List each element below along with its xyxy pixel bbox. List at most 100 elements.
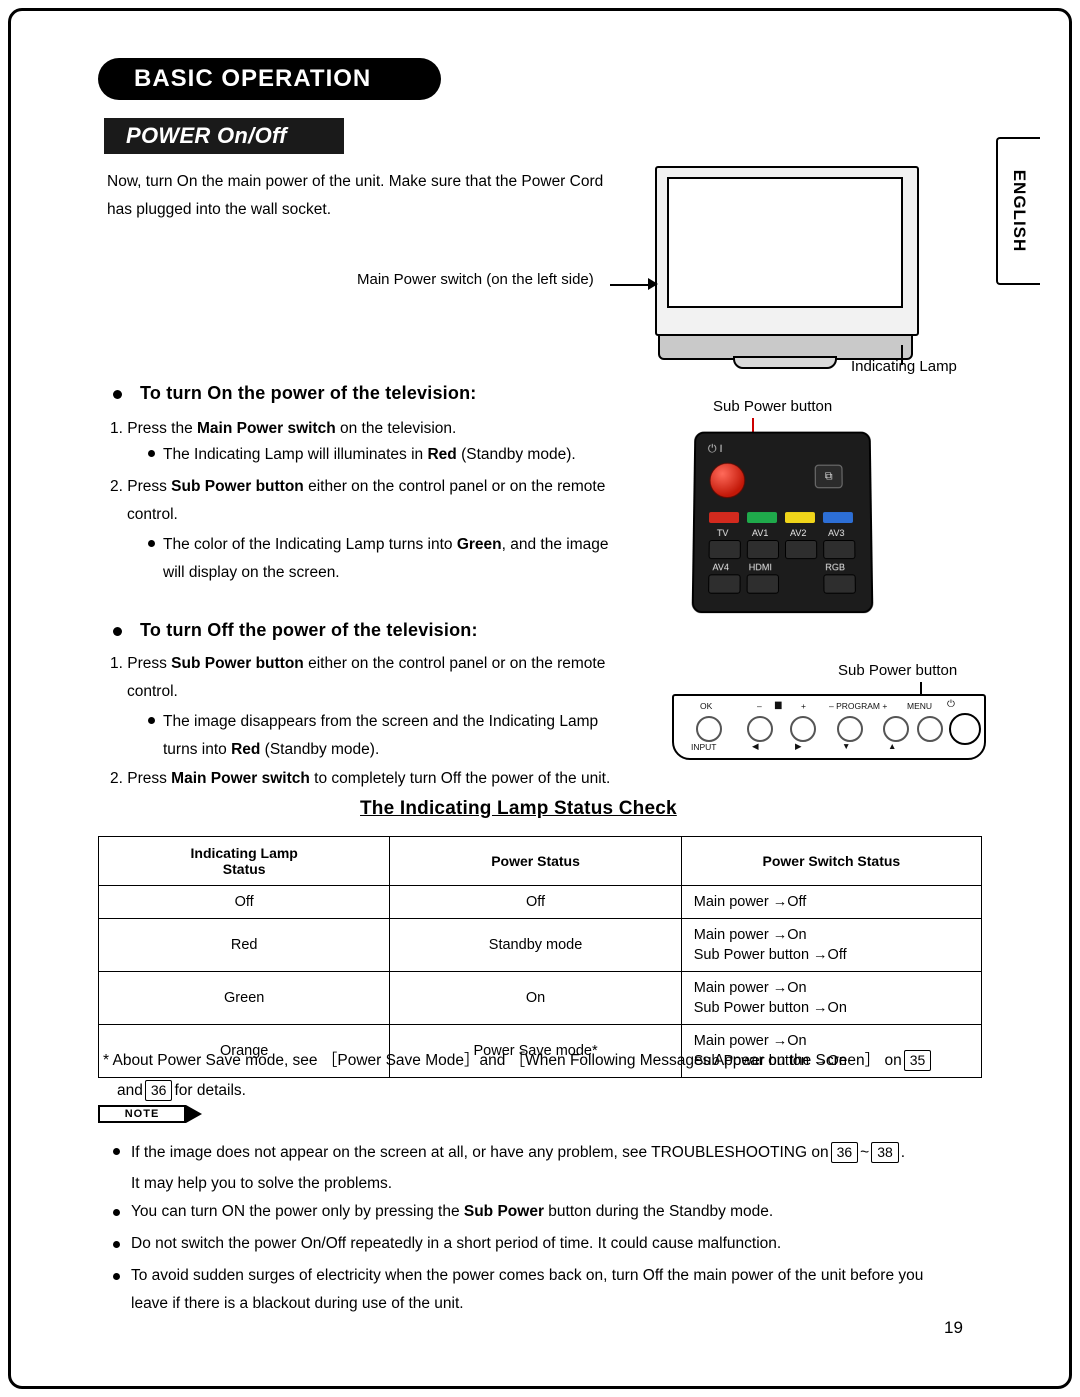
control-panel-illustration: OK – ▆ + – PROGRAM + MENU ⏻ INPUT ◀ ▶ ▼ … [672, 694, 986, 760]
note-item-1-page-1: 36 [830, 1142, 859, 1164]
footnote-page-ref-1: 35 [903, 1050, 932, 1072]
footnote-page-ref-2: 36 [144, 1080, 173, 1102]
section-title-banner: BASIC OPERATION [98, 58, 441, 100]
subsection-title: POWER On/Off [126, 123, 287, 148]
footnote-part-3: for details. [174, 1082, 246, 1099]
turn-on-step-2-bold: Sub Power button [171, 478, 304, 495]
note-flag-label: NOTE [124, 1108, 160, 1120]
panel-label-menu: MENU [907, 701, 933, 711]
footnote-part-1: * About Power Save mode, see ［Power Save… [103, 1052, 902, 1069]
panel-label-up: ▲ [888, 741, 897, 751]
table-header-power-status: Power Status [389, 836, 682, 886]
bullet-dot-note-3 [113, 1241, 120, 1248]
panel-label-right: ▶ [795, 741, 802, 751]
page-content: BASIC OPERATION POWER On/Off ENGLISH Now… [0, 0, 1080, 1397]
turn-off-sub-1-line-1: The image disappears from the screen and… [163, 713, 599, 730]
turn-off-step-2-post: to completely turn Off the power of the … [309, 770, 611, 787]
turn-off-heading: To turn Off the power of the television: [140, 620, 478, 640]
callout-arrow-head-1 [648, 278, 658, 290]
remote-color-key-yellow [784, 512, 816, 523]
bullet-dot-note-1 [113, 1148, 120, 1155]
remote-button-av1 [746, 540, 779, 560]
intro-line-2: has plugged into the wall socket. [107, 201, 332, 218]
cell-power: Standby mode [389, 918, 682, 972]
remote-color-key-blue [822, 512, 854, 523]
note-arrow-icon [186, 1105, 202, 1123]
bullet-dot-turn-off [113, 627, 122, 636]
turn-on-sub-2-pre: The color of the Indicating Lamp turns i… [163, 536, 457, 553]
callout-indicating-lamp: Indicating Lamp [851, 358, 957, 375]
cell-lamp: Red [97, 918, 391, 972]
remote-label-av4: AV4 [712, 562, 729, 573]
turn-off-step-1-post: either on the control panel or on the re… [303, 655, 606, 672]
language-tab: ENGLISH [996, 137, 1040, 285]
footnote-part-2: and [117, 1082, 143, 1099]
turn-on-heading: To turn On the power of the television: [140, 383, 477, 403]
panel-label-input: INPUT [691, 742, 717, 752]
turn-off-sub-1-cont-pre: turns into [163, 741, 232, 758]
turn-on-sub-1-pre: The Indicating Lamp will illuminates in [163, 446, 428, 463]
remote-power-button [709, 462, 746, 499]
cell-lamp: Green [97, 971, 391, 1025]
remote-label-av3: AV3 [828, 527, 845, 539]
tv-stand [733, 356, 837, 369]
panel-label-down: ▼ [842, 741, 851, 751]
panel-knob-vol-up [790, 716, 816, 742]
screen-format-icon: ⧉ [814, 464, 843, 489]
panel-knob-ok [696, 716, 722, 742]
remote-button-av2 [785, 540, 818, 560]
turn-on-sub-2-bold: Green [456, 536, 502, 553]
turn-off-step-2: 2. Press Main Power switch to completely… [110, 765, 680, 793]
table-row: Off Off Main power →Off [97, 885, 983, 919]
panel-knob-program-down [837, 716, 863, 742]
table-header-lamp-status-line-1: Indicating Lamp [190, 845, 298, 861]
footnote-line-2: and 36 for details. [117, 1076, 993, 1106]
bullet-dot-note-4 [113, 1273, 120, 1280]
turn-on-sub-2-post: , and the image [501, 536, 609, 553]
table-row: Green On Main power →On Sub Power button… [97, 971, 983, 1025]
cell-switch-line-1: Main power →Off [693, 894, 807, 910]
remote-label-av2: AV2 [790, 527, 807, 539]
turn-off-step-1-cont: control. [127, 683, 178, 700]
remote-label-tv: TV [716, 527, 729, 539]
section-title: BASIC OPERATION [134, 65, 372, 92]
turn-on-step-2: 2. Press Sub Power button either on the … [110, 473, 670, 529]
table-title: The Indicating Lamp Status Check [360, 798, 677, 819]
bullet-dot-turn-off-sub-1 [148, 717, 155, 724]
turn-off-sub-1: The image disappears from the screen and… [163, 708, 683, 764]
bullet-dot-note-2 [113, 1209, 120, 1216]
callout-arrow-line-1 [610, 284, 650, 286]
cell-switch-line-1: Main power →On [693, 927, 807, 943]
remote-power-symbol: ⏻ I [707, 443, 723, 455]
remote-control-illustration: ⏻ I ⧉ TV AV1 AV2 AV3 AV4 HDMI RGB [691, 431, 874, 614]
note-item-1-mid: ~ [860, 1144, 870, 1161]
cell-power: On [389, 971, 682, 1025]
turn-off-step-2-bold: Main Power switch [171, 770, 310, 787]
panel-label-volume: ▆ [775, 699, 782, 709]
panel-knob-program-up [883, 716, 909, 742]
remote-color-key-red [708, 512, 740, 523]
bullet-dot-turn-on [113, 390, 122, 399]
page-number: 19 [944, 1318, 963, 1337]
panel-label-program: – PROGRAM + [829, 701, 888, 711]
language-tab-label: ENGLISH [1010, 169, 1029, 253]
turn-on-step-2-cont: control. [127, 506, 178, 523]
intro-paragraph: Now, turn On the main power of the unit.… [107, 168, 647, 224]
note-item-4-line-2: leave if there is a blackout during use … [131, 1295, 464, 1312]
panel-label-left: ◀ [752, 741, 759, 751]
subsection-title-banner: POWER On/Off [104, 118, 344, 154]
callout-sub-power-panel: Sub Power button [838, 662, 958, 679]
note-item-1: If the image does not appear on the scre… [131, 1137, 981, 1199]
cell-lamp: Off [97, 885, 391, 919]
turn-on-step-1-bold: Main Power switch [197, 420, 336, 437]
panel-label-vol-minus: – [757, 701, 762, 711]
cell-power: Off [389, 885, 682, 919]
note-item-1-post: . [900, 1144, 906, 1161]
note-item-2-post: button during the Standby mode. [543, 1203, 774, 1220]
remote-label-hdmi: HDMI [748, 562, 772, 573]
table-header-lamp-status: Indicating Lamp Status [97, 836, 391, 886]
cell-switch: Main power →Off [680, 885, 983, 919]
turn-off-step-2-pre: 2. Press [110, 770, 172, 787]
remote-button-rgb [823, 574, 856, 594]
turn-on-step-1: 1. Press the Main Power switch on the te… [110, 415, 670, 443]
